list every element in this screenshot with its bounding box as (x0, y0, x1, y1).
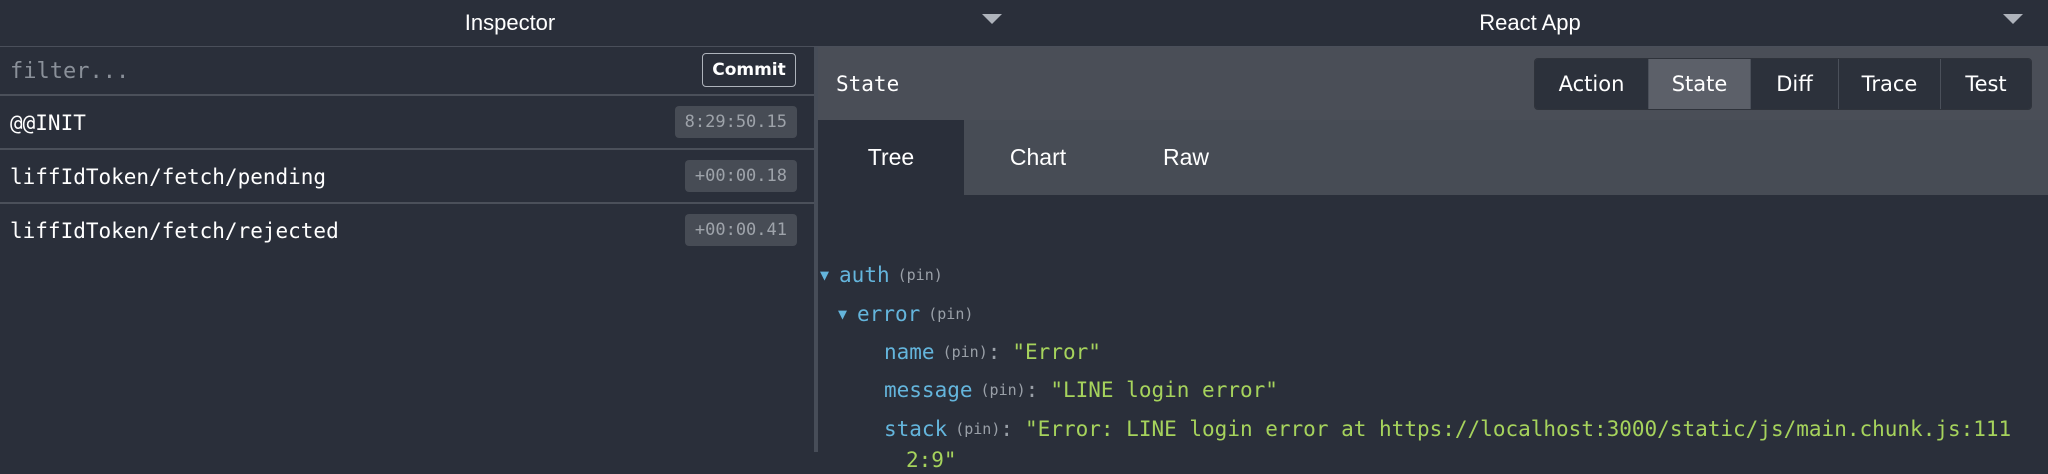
tree-node-error[interactable]: ▼ error (pin) (838, 299, 973, 329)
monitor-panel: State Action State Diff Trace Test Tree … (818, 47, 2048, 472)
filter-input[interactable] (8, 53, 512, 89)
expand-arrow-icon[interactable]: ▼ (820, 266, 829, 284)
action-item[interactable]: liffIdToken/fetch/rejected +00:00.41 (0, 204, 814, 258)
app-selector-label: React App (1479, 10, 1581, 35)
action-name: liffIdToken/fetch/rejected (10, 219, 339, 243)
trace-tab-button[interactable]: Trace (1839, 59, 1941, 109)
action-name: liffIdToken/fetch/pending (10, 165, 327, 189)
tree-value: "Error: LINE login error at https://loca… (1025, 417, 2012, 441)
diff-tab-button[interactable]: Diff (1751, 59, 1839, 109)
tree-node-stack: stack (pin): "Error: LINE login error at… (884, 414, 2011, 444)
tree-key: name (884, 340, 935, 364)
filter-row: Commit (0, 47, 814, 96)
tab-raw[interactable]: Raw (1112, 120, 1260, 195)
tree-node-auth[interactable]: ▼ auth (pin) (820, 260, 943, 290)
monitor-button-group: Action State Diff Trace Test (1534, 58, 2032, 110)
tab-tree[interactable]: Tree (818, 120, 964, 195)
top-bar: Inspector React App (0, 0, 2048, 47)
tree-node-name: name (pin): "Error" (884, 337, 1101, 367)
pin-button[interactable]: (pin) (898, 266, 943, 284)
monitor-title: State (836, 71, 900, 96)
key-separator: : (1025, 378, 1039, 402)
tree-node-message: message (pin): "LINE login error" (884, 375, 1278, 405)
state-tab-button[interactable]: State (1649, 59, 1751, 109)
pin-button[interactable]: (pin) (955, 420, 1000, 438)
action-item[interactable]: @@INIT 8:29:50.15 (0, 96, 814, 150)
inspector-dropdown-icon[interactable] (982, 14, 1002, 24)
action-time-badge: +00:00.41 (684, 214, 797, 246)
action-tab-button[interactable]: Action (1535, 59, 1649, 109)
monitor-header: State Action State Diff Trace Test (818, 47, 2048, 120)
pin-button[interactable]: (pin) (928, 305, 973, 323)
action-list-panel: Commit @@INIT 8:29:50.15 liffIdToken/fet… (0, 47, 814, 452)
inspector-selector-label: Inspector (464, 10, 556, 35)
state-tree: ▼ auth (pin) ▼ error (pin) name (pin): "… (818, 195, 2048, 472)
test-tab-button[interactable]: Test (1941, 59, 2031, 109)
tree-value: "LINE login error" (1050, 378, 1278, 402)
view-tabs: Tree Chart Raw (818, 120, 2048, 195)
action-name: @@INIT (10, 111, 86, 135)
tree-key: message (884, 378, 973, 402)
tree-key: auth (839, 263, 890, 287)
pin-button[interactable]: (pin) (943, 343, 988, 361)
action-time-badge: +00:00.18 (684, 160, 797, 192)
app-dropdown-icon[interactable] (2003, 14, 2023, 24)
tree-value-continuation: 2:9" (906, 446, 957, 474)
action-item[interactable]: liffIdToken/fetch/pending +00:00.18 (0, 150, 814, 204)
app-selector[interactable]: React App (1025, 0, 2035, 46)
key-separator: : (987, 340, 1001, 364)
commit-button[interactable]: Commit (702, 53, 796, 87)
inspector-selector[interactable]: Inspector (0, 0, 1020, 46)
tree-key: stack (884, 417, 948, 441)
pin-button[interactable]: (pin) (981, 381, 1026, 399)
expand-arrow-icon[interactable]: ▼ (838, 305, 847, 323)
tree-value: "Error" (1012, 340, 1101, 364)
tab-chart[interactable]: Chart (964, 120, 1112, 195)
key-separator: : (1000, 417, 1014, 441)
action-time-badge: 8:29:50.15 (674, 106, 797, 138)
tree-key: error (857, 302, 921, 326)
